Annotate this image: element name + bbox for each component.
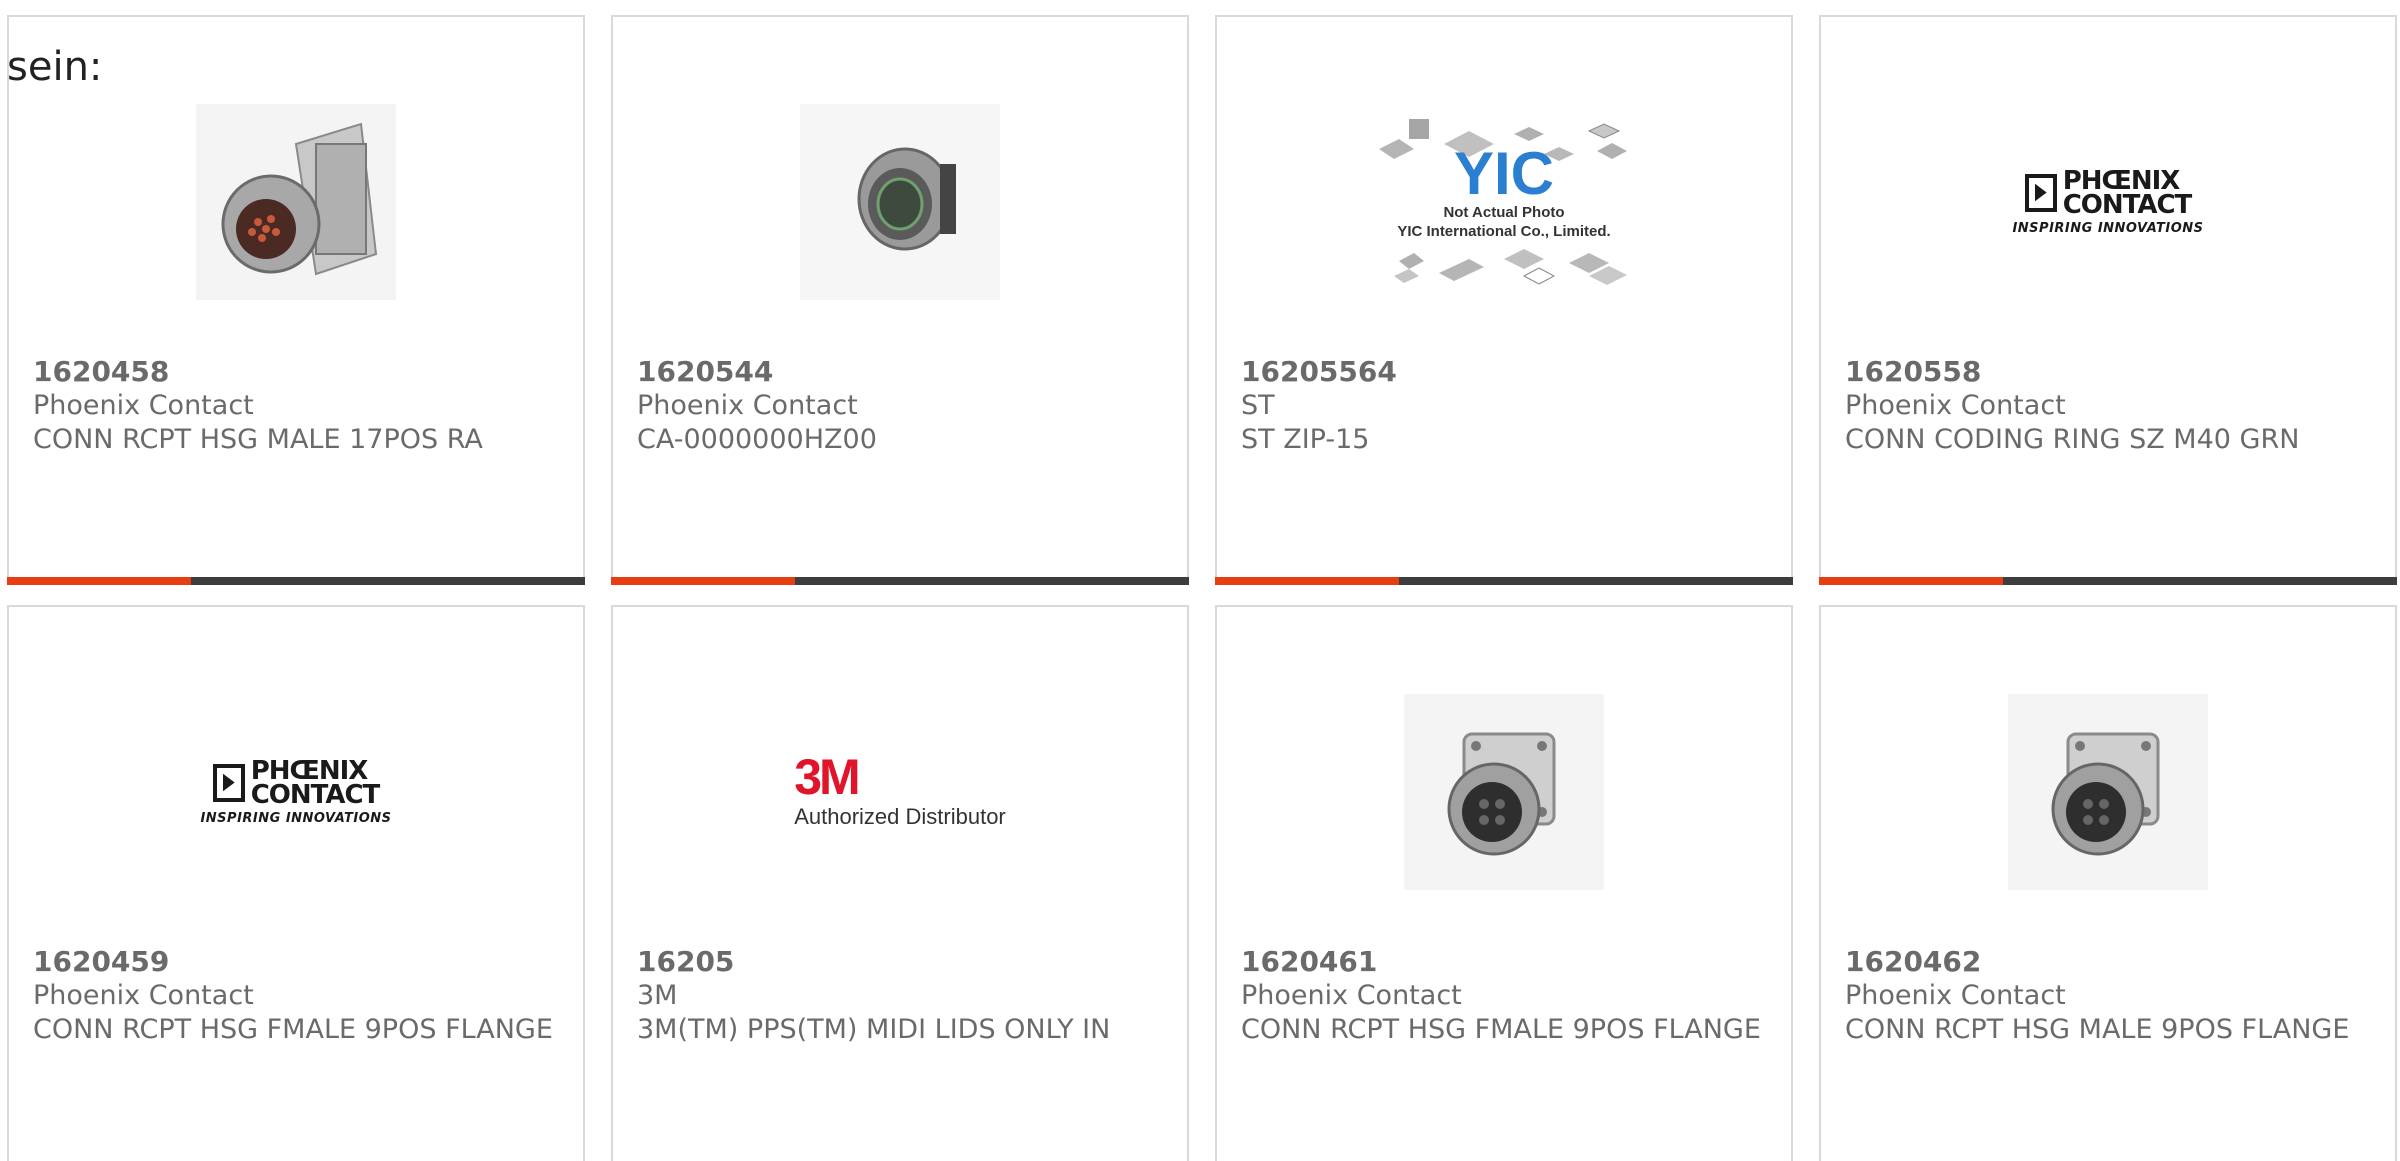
manufacturer: Phoenix Contact: [1845, 390, 2066, 421]
product-info: 16205 3M 3M(TM) PPS(TM) MIDI LIDS ONLY I…: [637, 945, 1163, 1047]
product-card[interactable]: 1620544 Phoenix Contact CA-0000000HZ00: [611, 15, 1189, 585]
card-footer-bar: [7, 577, 585, 585]
card-footer-bar: [1215, 577, 1793, 585]
part-number[interactable]: 1620544: [637, 355, 1163, 389]
part-number[interactable]: 1620459: [33, 945, 559, 979]
manufacturer: Phoenix Contact: [1845, 980, 2066, 1011]
description: 3M(TM) PPS(TM) MIDI LIDS ONLY IN: [637, 1014, 1111, 1045]
description: CONN RCPT HSG FMALE 9POS FLANGE: [1241, 1014, 1761, 1045]
flange-connector-icon: [1404, 694, 1604, 890]
manufacturer: Phoenix Contact: [33, 980, 254, 1011]
part-number[interactable]: 1620458: [33, 355, 559, 389]
product-info: 16205564 ST ST ZIP-15: [1241, 355, 1767, 457]
card-accent: [1215, 577, 1399, 585]
product-card[interactable]: PHŒNIX CONTACT INSPIRING INNOVATIONS 162…: [7, 605, 585, 1161]
part-number[interactable]: 1620558: [1845, 355, 2371, 389]
phoenix-mark-icon: [212, 763, 245, 802]
chip-packages-icon: YIC: [1379, 119, 1627, 207]
description: CONN RCPT HSG MALE 17POS RA: [33, 424, 483, 455]
card-accent: [611, 577, 795, 585]
product-image[interactable]: [1217, 667, 1791, 917]
card-footer-bar: [1819, 577, 2397, 585]
manufacturer: 3M: [637, 980, 678, 1011]
product-image[interactable]: YIC Not Actual Photo YIC International C…: [1217, 77, 1791, 327]
manufacturer: Phoenix Contact: [33, 390, 254, 421]
part-number[interactable]: 16205: [637, 945, 1163, 979]
description: CONN RCPT HSG FMALE 9POS FLANGE: [33, 1014, 553, 1045]
product-image[interactable]: 3M Authorized Distributor: [613, 667, 1187, 917]
part-number[interactable]: 1620462: [1845, 945, 2371, 979]
round-connector-icon: [800, 104, 1000, 300]
part-number[interactable]: 16205564: [1241, 355, 1767, 389]
product-info: 1620461 Phoenix Contact CONN RCPT HSG FM…: [1241, 945, 1767, 1047]
product-image[interactable]: PHŒNIX CONTACT INSPIRING INNOVATIONS: [9, 667, 583, 917]
card-accent: [7, 577, 191, 585]
product-card[interactable]: 1620461 Phoenix Contact CONN RCPT HSG FM…: [1215, 605, 1793, 1161]
card-accent: [1819, 577, 2003, 585]
product-info: 1620462 Phoenix Contact CONN RCPT HSG MA…: [1845, 945, 2371, 1047]
description: ST ZIP-15: [1241, 424, 1370, 455]
angled-connector-icon: [196, 104, 396, 300]
product-card[interactable]: PHŒNIX CONTACT INSPIRING INNOVATIONS 162…: [1819, 15, 2397, 585]
product-image[interactable]: [613, 77, 1187, 327]
phoenix-contact-logo: PHŒNIX CONTACT INSPIRING INNOVATIONS: [200, 755, 392, 826]
placeholder-caption: Not Actual Photo YIC International Co., …: [1397, 204, 1611, 240]
product-info: 1620459 Phoenix Contact CONN RCPT HSG FM…: [33, 945, 559, 1047]
description: CONN RCPT HSG MALE 9POS FLANGE: [1845, 1014, 2350, 1045]
description: CONN CODING RING SZ M40 GRN: [1845, 424, 2300, 455]
placeholder-image: YIC Not Actual Photo YIC International C…: [1369, 109, 1639, 295]
product-card[interactable]: YIC Not Actual Photo YIC International C…: [1215, 15, 1793, 585]
phoenix-mark-icon: [2024, 173, 2057, 212]
product-info: 1620544 Phoenix Contact CA-0000000HZ00: [637, 355, 1163, 457]
flange-connector-icon: [2008, 694, 2208, 890]
chip-packages-icon: [1394, 249, 1627, 285]
product-image[interactable]: PHŒNIX CONTACT INSPIRING INNOVATIONS: [1821, 77, 2395, 327]
product-card[interactable]: 1620462 Phoenix Contact CONN RCPT HSG MA…: [1819, 605, 2397, 1161]
product-card[interactable]: 3M Authorized Distributor 16205 3M 3M(TM…: [611, 605, 1189, 1161]
card-footer-bar: [611, 577, 1189, 585]
product-image[interactable]: [9, 77, 583, 327]
product-grid-page: sein: 1620458 Phoenix Contact CONN RCPT …: [0, 0, 2400, 1161]
product-card[interactable]: 1620458 Phoenix Contact CONN RCPT HSG MA…: [7, 15, 585, 585]
phoenix-contact-logo: PHŒNIX CONTACT INSPIRING INNOVATIONS: [2012, 165, 2204, 236]
description: CA-0000000HZ00: [637, 424, 877, 455]
svg-text:YIC: YIC: [1454, 140, 1554, 199]
3m-logo: 3M Authorized Distributor: [794, 749, 1006, 829]
part-number[interactable]: 1620461: [1241, 945, 1767, 979]
product-image[interactable]: [1821, 667, 2395, 917]
product-info: 1620458 Phoenix Contact CONN RCPT HSG MA…: [33, 355, 559, 457]
intro-text: sein:: [7, 44, 103, 90]
product-info: 1620558 Phoenix Contact CONN CODING RING…: [1845, 355, 2371, 457]
manufacturer: Phoenix Contact: [637, 390, 858, 421]
manufacturer: ST: [1241, 390, 1275, 421]
manufacturer: Phoenix Contact: [1241, 980, 1462, 1011]
